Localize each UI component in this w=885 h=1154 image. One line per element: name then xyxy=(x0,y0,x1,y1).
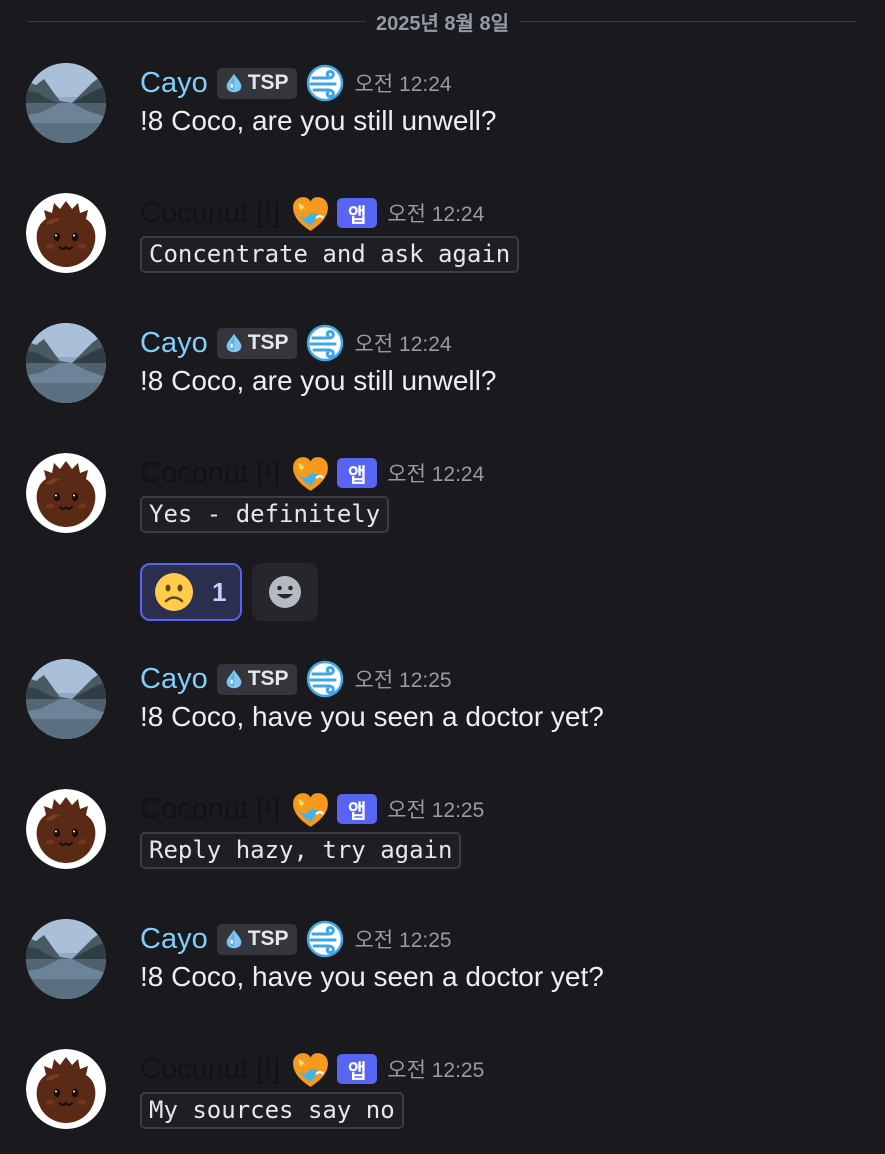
server-tag[interactable]: TSP xyxy=(216,67,297,99)
message-code-block: Concentrate and ask again xyxy=(140,236,520,273)
droplet-icon xyxy=(223,332,245,354)
droplet-icon xyxy=(223,668,245,690)
divider-line-left xyxy=(28,20,366,22)
heart-icon xyxy=(290,789,331,830)
reaction-button[interactable]: 1 xyxy=(140,563,242,621)
heart-icon xyxy=(290,1049,331,1090)
avatar[interactable] xyxy=(26,193,106,273)
message-header: Cayo TSP 오전 12:25 xyxy=(140,659,452,699)
message-timestamp[interactable]: 오전 12:25 xyxy=(387,794,484,824)
avatar[interactable] xyxy=(26,1049,106,1129)
username[interactable]: Cayo xyxy=(140,323,208,363)
wind-swirl-icon xyxy=(305,919,345,959)
server-tag[interactable]: TSP xyxy=(216,663,297,695)
username[interactable]: Coconut [!] xyxy=(140,1049,280,1089)
message-header: Cayo TSP 오전 12:24 xyxy=(140,323,452,363)
server-tag-label: TSP xyxy=(247,667,289,690)
message-header: Cayo TSP 오전 12:24 xyxy=(140,63,452,103)
message-header: Coconut [!] 앱 오전 12:24 xyxy=(140,453,484,493)
message-header: Cayo TSP 오전 12:25 xyxy=(140,919,452,959)
server-tag-label: TSP xyxy=(247,71,289,94)
droplet-icon xyxy=(223,928,245,950)
message-timestamp[interactable]: 오전 12:24 xyxy=(355,68,452,98)
divider-line-right xyxy=(519,20,857,22)
app-badge: 앱 xyxy=(337,458,378,488)
server-tag-label: TSP xyxy=(247,927,289,950)
message-timestamp[interactable]: 오전 12:24 xyxy=(355,328,452,358)
chat-log: 2025년 8월 8일 Cayo TSP 오전 12:24 !8 Coco, a… xyxy=(0,0,885,1154)
message-text: !8 Coco, have you seen a doctor yet? xyxy=(140,961,604,992)
message-header: Coconut [!] 앱 오전 12:24 xyxy=(140,193,484,233)
app-badge: 앱 xyxy=(337,198,378,228)
date-divider-label: 2025년 8월 8일 xyxy=(375,12,510,35)
avatar[interactable] xyxy=(26,789,106,869)
username[interactable]: Cayo xyxy=(140,919,208,959)
username[interactable]: Cayo xyxy=(140,659,208,699)
message-timestamp[interactable]: 오전 12:24 xyxy=(387,198,484,228)
wind-swirl-icon xyxy=(305,659,345,699)
message-text: !8 Coco, are you still unwell? xyxy=(140,105,497,136)
server-tag-label: TSP xyxy=(247,331,289,354)
message-text: !8 Coco, have you seen a doctor yet? xyxy=(140,701,604,732)
server-tag[interactable]: TSP xyxy=(216,923,297,955)
avatar[interactable] xyxy=(26,323,106,403)
smiley-add-reaction-icon xyxy=(269,576,301,608)
reactions-bar: 1 xyxy=(140,563,318,621)
avatar[interactable] xyxy=(26,659,106,739)
username[interactable]: Coconut [!] xyxy=(140,193,280,233)
username[interactable]: Coconut [!] xyxy=(140,453,280,493)
app-badge: 앱 xyxy=(337,1054,378,1084)
message-text: !8 Coco, are you still unwell? xyxy=(140,365,497,396)
message-code-block: My sources say no xyxy=(140,1092,404,1129)
message-code-block: Reply hazy, try again xyxy=(140,832,462,869)
avatar[interactable] xyxy=(26,63,106,143)
date-divider: 2025년 8월 8일 xyxy=(28,6,857,36)
message-timestamp[interactable]: 오전 12:25 xyxy=(387,1054,484,1084)
message-header: Coconut [!] 앱 오전 12:25 xyxy=(140,1049,484,1089)
server-tag[interactable]: TSP xyxy=(216,327,297,359)
app-badge: 앱 xyxy=(337,794,378,824)
slightly-frowning-face-icon xyxy=(155,573,193,611)
avatar[interactable] xyxy=(26,919,106,999)
username[interactable]: Coconut [!] xyxy=(140,789,280,829)
avatar[interactable] xyxy=(26,453,106,533)
wind-swirl-icon xyxy=(305,323,345,363)
add-reaction-button[interactable] xyxy=(252,563,318,621)
message-code-block: Yes - definitely xyxy=(140,496,390,533)
message-timestamp[interactable]: 오전 12:24 xyxy=(387,458,484,488)
heart-icon xyxy=(290,193,331,234)
droplet-icon xyxy=(223,72,245,94)
message-header: Coconut [!] 앱 오전 12:25 xyxy=(140,789,484,829)
username[interactable]: Cayo xyxy=(140,63,208,103)
reaction-count: 1 xyxy=(212,576,227,607)
message-timestamp[interactable]: 오전 12:25 xyxy=(355,924,452,954)
wind-swirl-icon xyxy=(305,63,345,103)
heart-icon xyxy=(290,453,331,494)
message-timestamp[interactable]: 오전 12:25 xyxy=(355,664,452,694)
